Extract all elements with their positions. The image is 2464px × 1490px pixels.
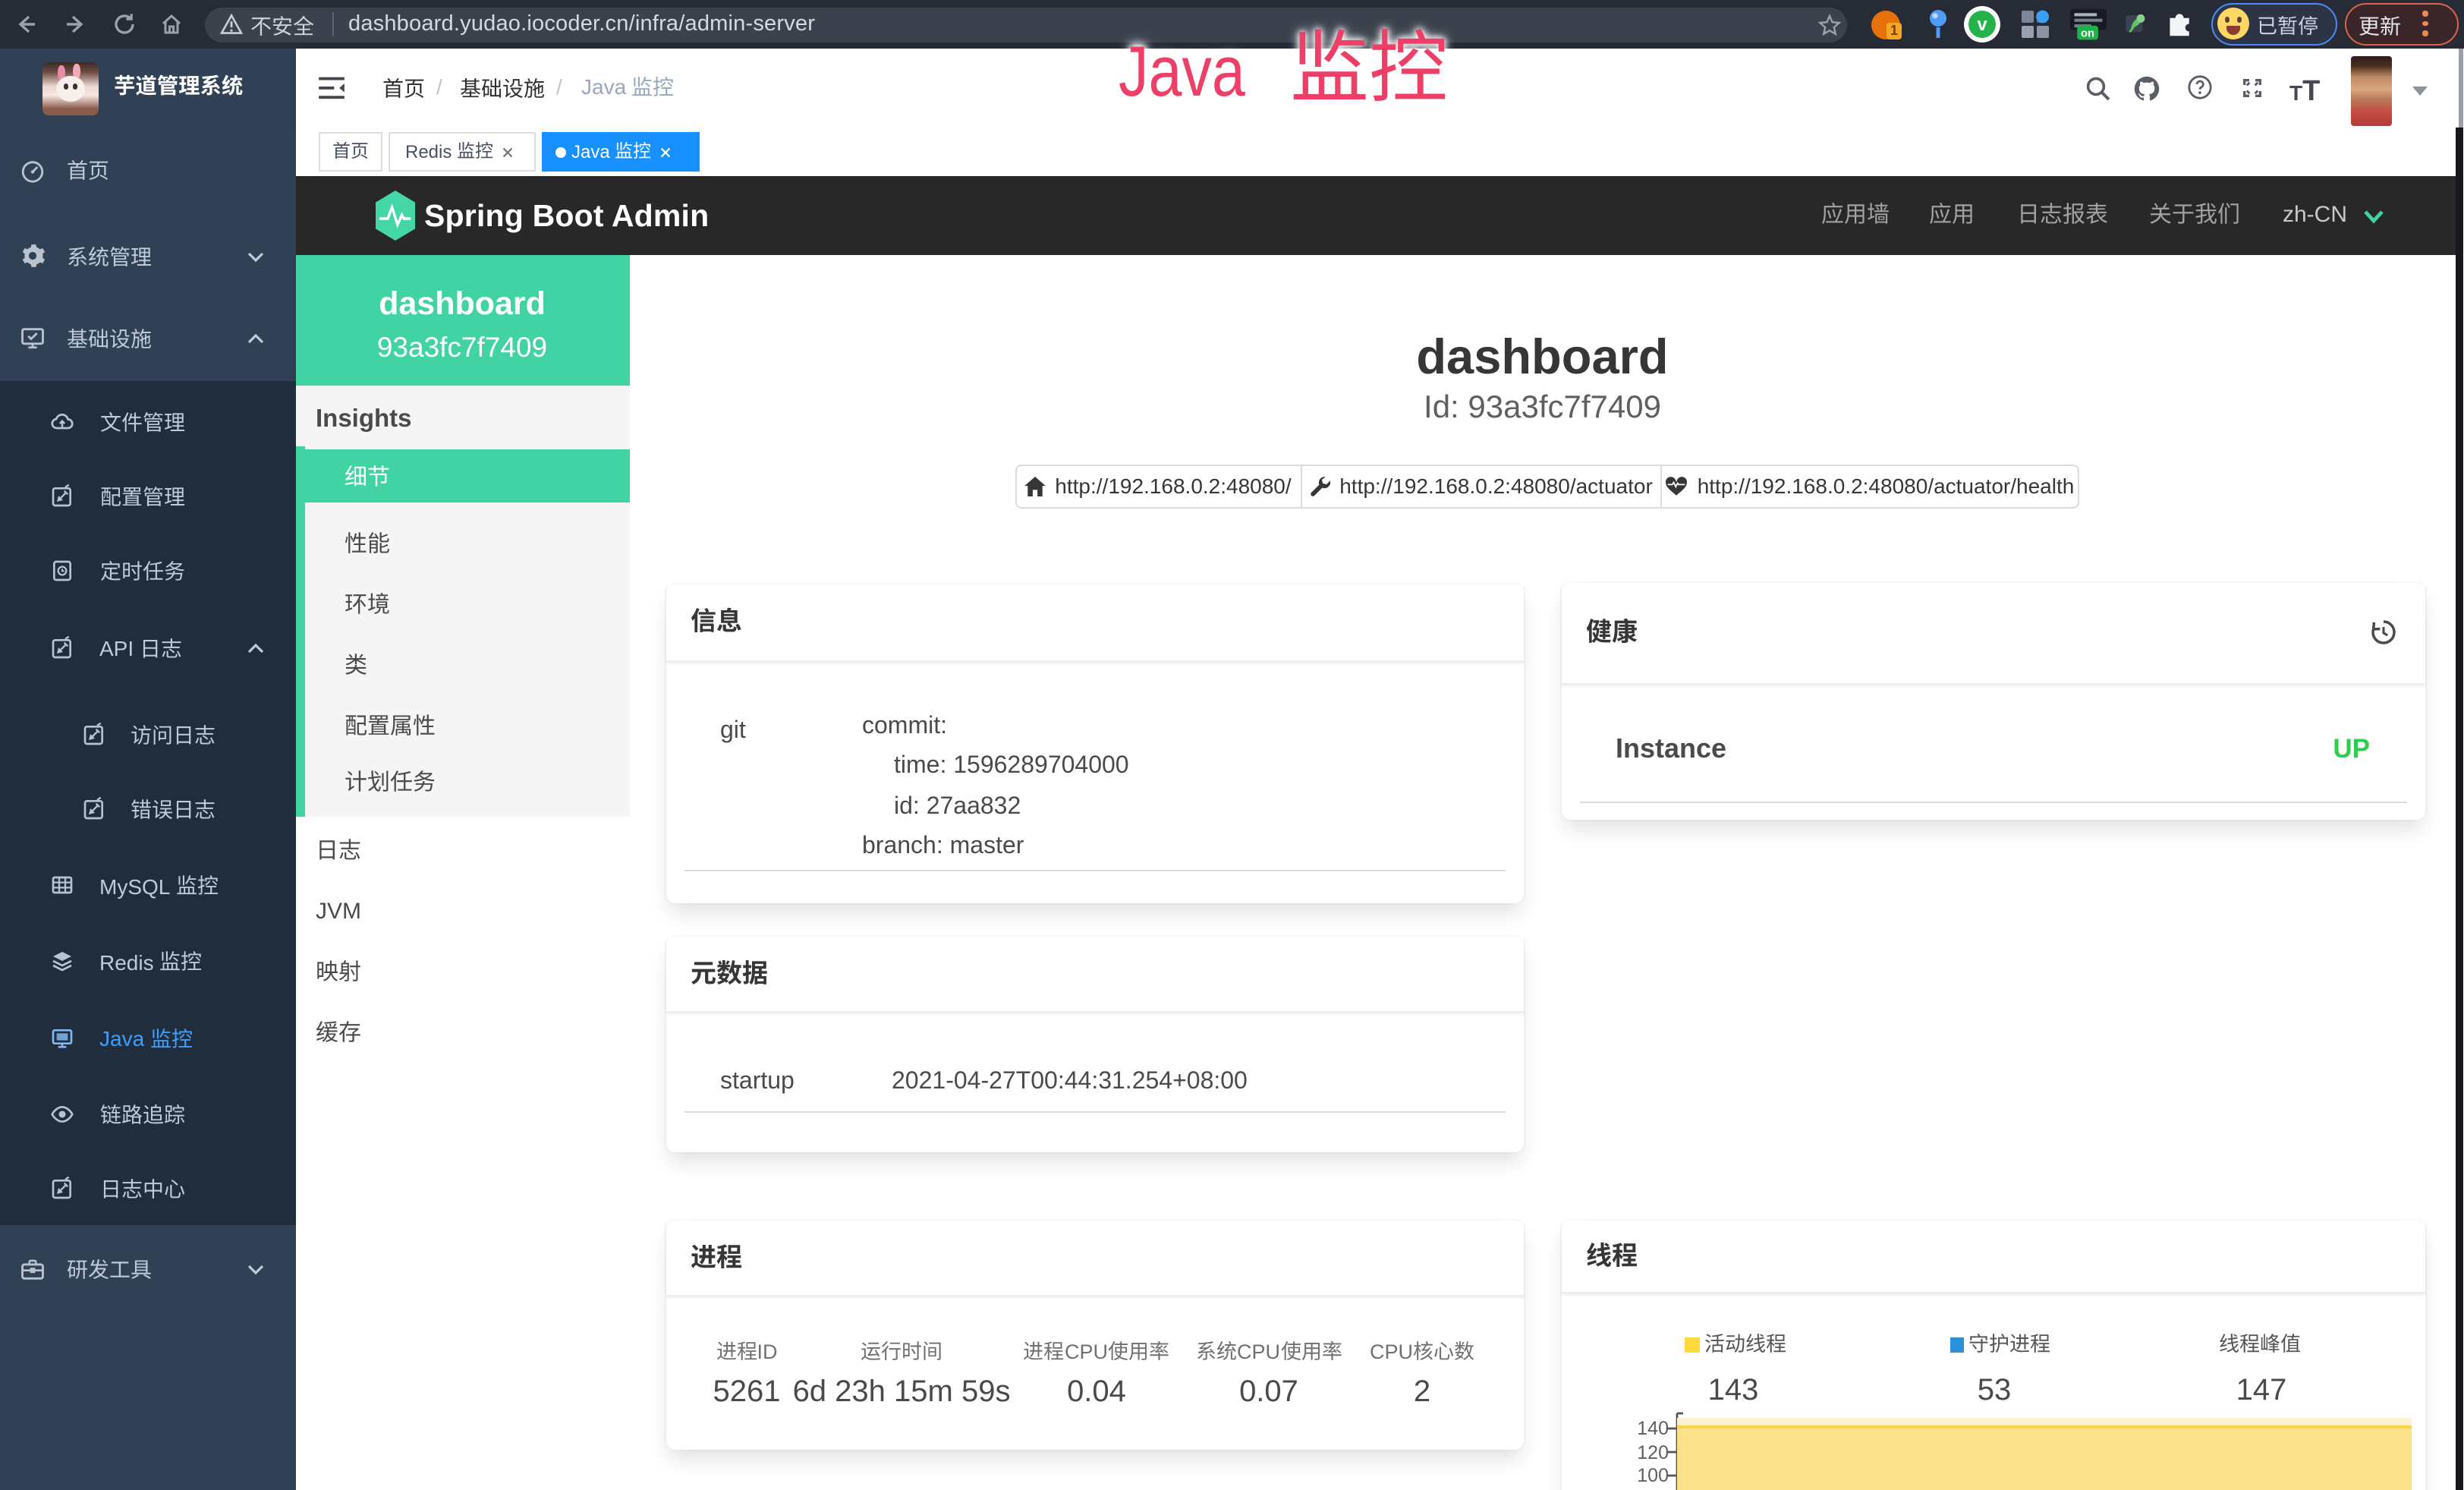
svg-text:on: on: [2081, 28, 2094, 40]
